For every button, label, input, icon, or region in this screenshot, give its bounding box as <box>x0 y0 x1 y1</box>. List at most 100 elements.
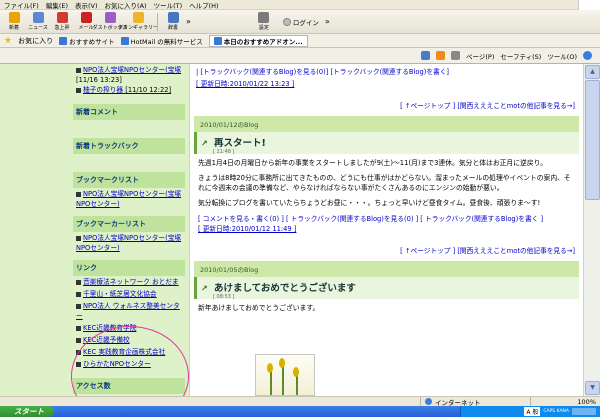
bullet-icon <box>76 191 81 197</box>
menu-favorites[interactable]: お気に入り(A) <box>105 0 147 10</box>
sidebar-recent-item[interactable]: NPO法人宝塚NPOセンター(宝塚 <box>73 64 185 76</box>
bullet-icon <box>76 303 81 309</box>
taskbar: スタート A 般 CAPS KANA <box>0 406 600 417</box>
globe-icon <box>425 398 432 405</box>
site-icon <box>213 36 222 45</box>
zoom-level[interactable]: 100% <box>530 396 600 407</box>
page-content: NPO法人宝塚NPOセンター(宝塚 [11/16 13:23] 柚子の搾り器 [… <box>0 64 600 396</box>
start-button[interactable]: スタート <box>0 406 54 417</box>
bullet-icon <box>76 235 81 241</box>
news-button[interactable]: ニュース <box>27 11 49 33</box>
bookmark-list-heading: ブックマークリスト <box>73 172 185 188</box>
toolbar-more-icon[interactable]: » <box>186 17 191 26</box>
entry-title-box: ↗ あけましておめでとうございます [ 08:53 ] <box>194 277 579 300</box>
menu-file[interactable]: ファイル(F) <box>4 0 39 10</box>
nav-links[interactable]: [ ↑ページトップ ] [関西えええことmotの他記事を見る→] <box>190 233 583 261</box>
gallery-icon <box>132 12 144 23</box>
bookmarker-item[interactable]: NPO法人宝塚NPOセンター(宝塚NPOセンター) <box>73 232 185 254</box>
entry-footer-links[interactable]: [ コメントを見る・書く(0) ] [ トラックバック(関連するBlog)を見る… <box>190 213 583 223</box>
entry-paragraph: 新年あけましておめでとうございます。 <box>198 304 320 312</box>
entry-update-time: [ 更新日時:2010/01/12 11:49 ] <box>198 225 297 233</box>
nav-links[interactable]: [ ↑ページトップ ] [関西えええことmotの他記事を見る→] <box>190 88 583 116</box>
home-icon[interactable] <box>421 51 430 60</box>
command-bar: ページ(P) セーフティ(S) ツール(O) <box>0 48 600 64</box>
tray-icons[interactable] <box>572 408 596 415</box>
entry-title[interactable]: あけましておめでとうございます <box>214 283 356 294</box>
favorites-label[interactable]: お気に入り <box>18 36 53 46</box>
new-button[interactable]: 新着 <box>3 11 25 33</box>
links-heading: リンク <box>73 260 185 276</box>
site-icon <box>120 36 129 45</box>
previous-entry-links[interactable]: | [トラックバック(関連するBlog)を見る(0)] [トラックバック(関連す… <box>190 64 583 78</box>
gear-icon <box>258 12 270 23</box>
menu-view[interactable]: 表示(V) <box>75 0 98 10</box>
rss-icon[interactable] <box>436 51 445 60</box>
menu-tools[interactable]: ツール(T) <box>154 0 183 10</box>
entry-date: 2010/01/05のBlog <box>194 261 579 277</box>
entry-paragraph: 先週1月4日の月曜日から新年の事業をスタートしましたが9(土)〜11(月)まで3… <box>198 159 548 167</box>
entry-photo <box>255 354 315 396</box>
vertical-scrollbar[interactable]: ▲ ▼ <box>583 64 600 396</box>
bookmarker-list-heading: ブックマーカーリスト <box>73 216 185 232</box>
menu-edit[interactable]: 編集(E) <box>46 0 68 10</box>
dustbox-icon <box>104 12 116 23</box>
previous-update-time: [ 更新日時:2010/01/22 13:23 ] <box>196 80 295 88</box>
link-item[interactable]: 音楽療法ネットワーク おとだま <box>73 276 185 288</box>
favorites-star-icon[interactable]: ★ <box>4 36 12 46</box>
entry-date: 2010/01/12のBlog <box>194 116 579 132</box>
new-icon <box>8 12 20 23</box>
print-icon[interactable] <box>451 51 460 60</box>
bullet-icon <box>76 87 81 93</box>
caps-indicator: CAPS KANA <box>543 409 569 414</box>
status-bar: インターネット 100% <box>0 396 600 407</box>
scroll-thumb[interactable] <box>585 80 600 200</box>
recent-comments-heading: 新着コメント <box>73 104 185 120</box>
dictionary-button[interactable]: 辞書 <box>162 11 184 33</box>
windows-logo-icon <box>578 0 600 10</box>
button-gallery-button[interactable]: ボタンギャラリー <box>118 11 158 33</box>
link-item[interactable]: NPO法人 ウォルネス整美センター <box>73 300 185 322</box>
dictionary-icon <box>167 12 179 23</box>
bullet-icon <box>76 325 81 331</box>
fav-recommended-sites[interactable]: おすすめサイト <box>59 36 115 46</box>
item-date: [11/16 13:23] <box>76 76 122 84</box>
scroll-down-icon[interactable]: ▼ <box>585 381 600 395</box>
bullet-icon <box>76 291 81 297</box>
tools-menu[interactable]: ツール(O) <box>547 51 577 61</box>
help-icon[interactable] <box>583 51 592 60</box>
menu-bar: ファイル(F) 編集(E) 表示(V) お気に入り(A) ツール(T) ヘルプ(… <box>0 0 600 10</box>
entry-paragraph: きょうは8時20分に事務所に出てきたものの、どうにも仕事がはかどらない。溜まった… <box>198 174 571 192</box>
safety-menu[interactable]: セーフティ(S) <box>500 51 541 61</box>
toolbar-separator <box>157 12 158 31</box>
system-tray: A 般 CAPS KANA <box>460 406 600 417</box>
arrow-icon: ↗ <box>201 284 208 293</box>
menu-help[interactable]: ヘルプ(H) <box>189 0 218 10</box>
rising-button[interactable]: 急上昇 <box>51 11 73 33</box>
entry-title[interactable]: 再スタート! <box>214 138 266 149</box>
arrow-icon: ↗ <box>201 139 208 148</box>
bullet-icon <box>76 337 81 343</box>
entry-body: 先週1月4日の月曜日から新年の事業をスタートしましたが9(土)〜11(月)まで3… <box>190 154 583 208</box>
news-icon <box>32 12 44 23</box>
page-menu[interactable]: ページ(P) <box>466 51 494 61</box>
link-item[interactable]: 千里山・紙芝居文化協会 <box>73 288 185 300</box>
ime-indicator[interactable]: A 般 <box>524 407 541 416</box>
zone-indicator: インターネット <box>420 396 530 407</box>
sidebar-recent-item[interactable]: 柚子の搾り器 [11/10 12:22] <box>73 84 185 96</box>
bullet-icon <box>76 67 81 73</box>
blog-main: | [トラックバック(関連するBlog)を見る(0)] [トラックバック(関連す… <box>189 64 583 396</box>
entry-title-box: ↗ 再スタート! [ 11:48 ] <box>194 132 579 155</box>
fav-hotmail[interactable]: HotMail の無料サービス <box>120 36 203 46</box>
bookmark-item[interactable]: NPO法人宝塚NPOセンター(宝塚NPOセンター) <box>73 188 185 210</box>
settings-button[interactable]: 設定 <box>253 11 275 33</box>
scroll-up-icon[interactable]: ▲ <box>585 65 600 79</box>
favorites-bar: ★ お気に入り おすすめサイト HotMail の無料サービス 本日のおすすめア… <box>0 34 600 48</box>
recent-trackback-heading: 新着トラックバック <box>73 138 185 154</box>
site-icon <box>59 36 68 45</box>
entry-paragraph: 気分転換にブログを書いていたらちょうどお昼に・・・。ちょっと早いけど昼食タイム。… <box>198 199 541 207</box>
toolbar: 新着 ニュース 急上昇 メール ダストボックス ボタンギャラリー 辞書 » 設定… <box>0 10 600 34</box>
active-tab[interactable]: 本日のおすすめアドオン... <box>208 34 308 47</box>
user-icon <box>282 17 291 26</box>
login-button[interactable]: ログイン <box>282 17 319 27</box>
toolbar-more-icon-2[interactable]: » <box>325 17 330 26</box>
